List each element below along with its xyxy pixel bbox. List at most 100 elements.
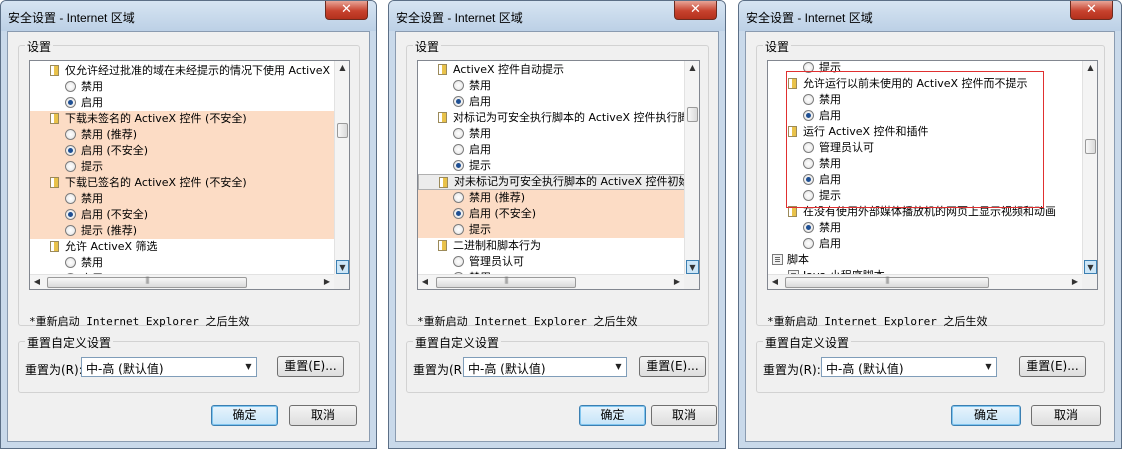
scroll-left-arrow-icon[interactable]: ◀ bbox=[418, 275, 432, 289]
ok-button[interactable]: 确定 bbox=[951, 405, 1021, 426]
radio-option[interactable]: 禁用 bbox=[768, 92, 1082, 108]
scroll-up-arrow-icon[interactable]: ▲ bbox=[336, 61, 349, 75]
scroll-down-arrow-icon[interactable]: ▼ bbox=[336, 260, 349, 274]
radio-checked-icon[interactable] bbox=[65, 209, 76, 220]
radio-unchecked-icon[interactable] bbox=[65, 81, 76, 92]
radio-option[interactable]: 启用 bbox=[418, 94, 684, 110]
reset-button[interactable]: 重置(E)... bbox=[1019, 356, 1086, 377]
radio-option[interactable]: 启用 bbox=[418, 142, 684, 158]
radio-option[interactable]: 启用 (不安全) bbox=[30, 143, 334, 159]
radio-unchecked-icon[interactable] bbox=[453, 256, 464, 267]
reset-level-select[interactable]: 中-高 (默认值) ▼ bbox=[463, 357, 627, 377]
radio-unchecked-icon[interactable] bbox=[453, 144, 464, 155]
radio-unchecked-icon[interactable] bbox=[453, 192, 464, 203]
scroll-down-arrow-icon[interactable]: ▼ bbox=[686, 260, 699, 274]
radio-checked-icon[interactable] bbox=[803, 174, 814, 185]
horizontal-scroll-thumb[interactable] bbox=[785, 276, 989, 288]
reset-button[interactable]: 重置(E)... bbox=[639, 356, 706, 377]
cancel-button[interactable]: 取消 bbox=[1031, 405, 1101, 426]
radio-unchecked-icon[interactable] bbox=[65, 193, 76, 204]
radio-option[interactable]: 管理员认可 bbox=[418, 254, 684, 270]
radio-unchecked-icon[interactable] bbox=[803, 94, 814, 105]
settings-tree-list[interactable]: 提示 允许运行以前未使用的 ActiveX 控件而不提示 禁用 启用 运行 Active… bbox=[767, 60, 1098, 290]
horizontal-scroll-thumb[interactable] bbox=[436, 276, 576, 288]
radio-unchecked-icon[interactable] bbox=[65, 257, 76, 268]
radio-option[interactable]: 启用 bbox=[30, 95, 334, 111]
radio-option[interactable]: 启用 bbox=[768, 236, 1082, 252]
cancel-button[interactable]: 取消 bbox=[289, 405, 357, 426]
radio-option[interactable]: 提示 bbox=[30, 159, 334, 175]
radio-option[interactable]: 禁用 (推荐) bbox=[30, 127, 334, 143]
reset-level-select[interactable]: 中-高 (默认值) ▼ bbox=[81, 357, 257, 377]
radio-option[interactable]: 禁用 bbox=[768, 156, 1082, 172]
radio-unchecked-icon[interactable] bbox=[803, 62, 814, 73]
radio-unchecked-icon[interactable] bbox=[65, 129, 76, 140]
radio-option[interactable]: 管理员认可 bbox=[768, 140, 1082, 156]
radio-unchecked-icon[interactable] bbox=[803, 142, 814, 153]
title-bar[interactable]: 安全设置 - Internet 区域 ✕ bbox=[1, 1, 376, 31]
radio-option[interactable]: 禁用 (推荐) bbox=[418, 190, 684, 206]
scroll-right-arrow-icon[interactable]: ▶ bbox=[1068, 275, 1082, 289]
setting-header-label: 允许运行以前未使用的 ActiveX 控件而不提示 bbox=[803, 77, 1028, 90]
radio-unchecked-icon[interactable] bbox=[453, 224, 464, 235]
radio-option[interactable]: 提示 bbox=[418, 222, 684, 238]
radio-checked-icon[interactable] bbox=[803, 222, 814, 233]
scroll-right-arrow-icon[interactable]: ▶ bbox=[670, 275, 684, 289]
ok-button[interactable]: 确定 bbox=[211, 405, 278, 426]
radio-checked-icon[interactable] bbox=[803, 110, 814, 121]
radio-unchecked-icon[interactable] bbox=[803, 158, 814, 169]
cancel-button[interactable]: 取消 bbox=[651, 405, 717, 426]
radio-option[interactable]: 启用 (不安全) bbox=[418, 206, 684, 222]
radio-option[interactable]: 提示 (推荐) bbox=[30, 223, 334, 239]
radio-option[interactable]: 禁用 bbox=[30, 191, 334, 207]
vertical-scroll-thumb[interactable] bbox=[687, 107, 698, 122]
radio-unchecked-icon[interactable] bbox=[65, 225, 76, 236]
scroll-left-arrow-icon[interactable]: ◀ bbox=[30, 275, 44, 289]
vertical-scrollbar[interactable]: ▲ ▼ bbox=[684, 61, 699, 274]
scroll-up-arrow-icon[interactable]: ▲ bbox=[686, 61, 699, 75]
radio-option[interactable]: 启用 bbox=[768, 108, 1082, 124]
radio-option[interactable]: 禁用 bbox=[418, 126, 684, 142]
radio-option[interactable]: 禁用 bbox=[30, 79, 334, 95]
scroll-right-arrow-icon[interactable]: ▶ bbox=[320, 275, 334, 289]
radio-checked-icon[interactable] bbox=[65, 97, 76, 108]
vertical-scrollbar[interactable]: ▲ ▼ bbox=[334, 61, 349, 274]
radio-checked-icon[interactable] bbox=[453, 208, 464, 219]
radio-option[interactable]: 禁用 bbox=[418, 78, 684, 94]
title-bar[interactable]: 安全设置 - Internet 区域 ✕ bbox=[389, 1, 725, 31]
radio-unchecked-icon[interactable] bbox=[803, 238, 814, 249]
radio-option[interactable]: 启用 (不安全) bbox=[30, 207, 334, 223]
horizontal-scroll-thumb[interactable] bbox=[47, 276, 247, 288]
horizontal-scrollbar[interactable]: ◀ ▶ bbox=[30, 274, 334, 289]
radio-option[interactable]: 提示 bbox=[768, 188, 1082, 204]
horizontal-scrollbar[interactable]: ◀ ▶ bbox=[768, 274, 1082, 289]
close-button[interactable]: ✕ bbox=[325, 1, 368, 20]
radio-option[interactable]: 提示 bbox=[418, 158, 684, 174]
radio-option[interactable]: 提示 bbox=[768, 61, 1082, 76]
settings-tree-list[interactable]: 仅允许经过批准的域在未经提示的情况下使用 ActiveX 禁用 启用 下载未签名的 A… bbox=[29, 60, 350, 290]
radio-unchecked-icon[interactable] bbox=[453, 80, 464, 91]
title-bar[interactable]: 安全设置 - Internet 区域 ✕ bbox=[739, 1, 1121, 31]
radio-checked-icon[interactable] bbox=[453, 160, 464, 171]
scroll-left-arrow-icon[interactable]: ◀ bbox=[768, 275, 782, 289]
vertical-scroll-thumb[interactable] bbox=[1085, 139, 1096, 154]
reset-button[interactable]: 重置(E)... bbox=[277, 356, 344, 377]
scroll-down-arrow-icon[interactable]: ▼ bbox=[1084, 260, 1097, 274]
radio-option[interactable]: 禁用 bbox=[30, 255, 334, 271]
radio-unchecked-icon[interactable] bbox=[453, 128, 464, 139]
scroll-up-arrow-icon[interactable]: ▲ bbox=[1084, 61, 1097, 75]
radio-option[interactable]: 启用 bbox=[768, 172, 1082, 188]
radio-checked-icon[interactable] bbox=[65, 145, 76, 156]
ok-button[interactable]: 确定 bbox=[579, 405, 646, 426]
vertical-scroll-thumb[interactable] bbox=[337, 123, 348, 138]
close-button[interactable]: ✕ bbox=[1070, 1, 1113, 20]
horizontal-scrollbar[interactable]: ◀ ▶ bbox=[418, 274, 684, 289]
radio-unchecked-icon[interactable] bbox=[803, 190, 814, 201]
radio-checked-icon[interactable] bbox=[453, 96, 464, 107]
settings-tree-list[interactable]: ActiveX 控件自动提示 禁用 启用 对标记为可安全执行脚本的 ActiveX 控… bbox=[417, 60, 700, 290]
vertical-scrollbar[interactable]: ▲ ▼ bbox=[1082, 61, 1097, 274]
reset-level-select[interactable]: 中-高 (默认值) ▼ bbox=[821, 357, 997, 377]
radio-option[interactable]: 禁用 bbox=[768, 220, 1082, 236]
radio-unchecked-icon[interactable] bbox=[65, 161, 76, 172]
close-button[interactable]: ✕ bbox=[674, 1, 717, 20]
